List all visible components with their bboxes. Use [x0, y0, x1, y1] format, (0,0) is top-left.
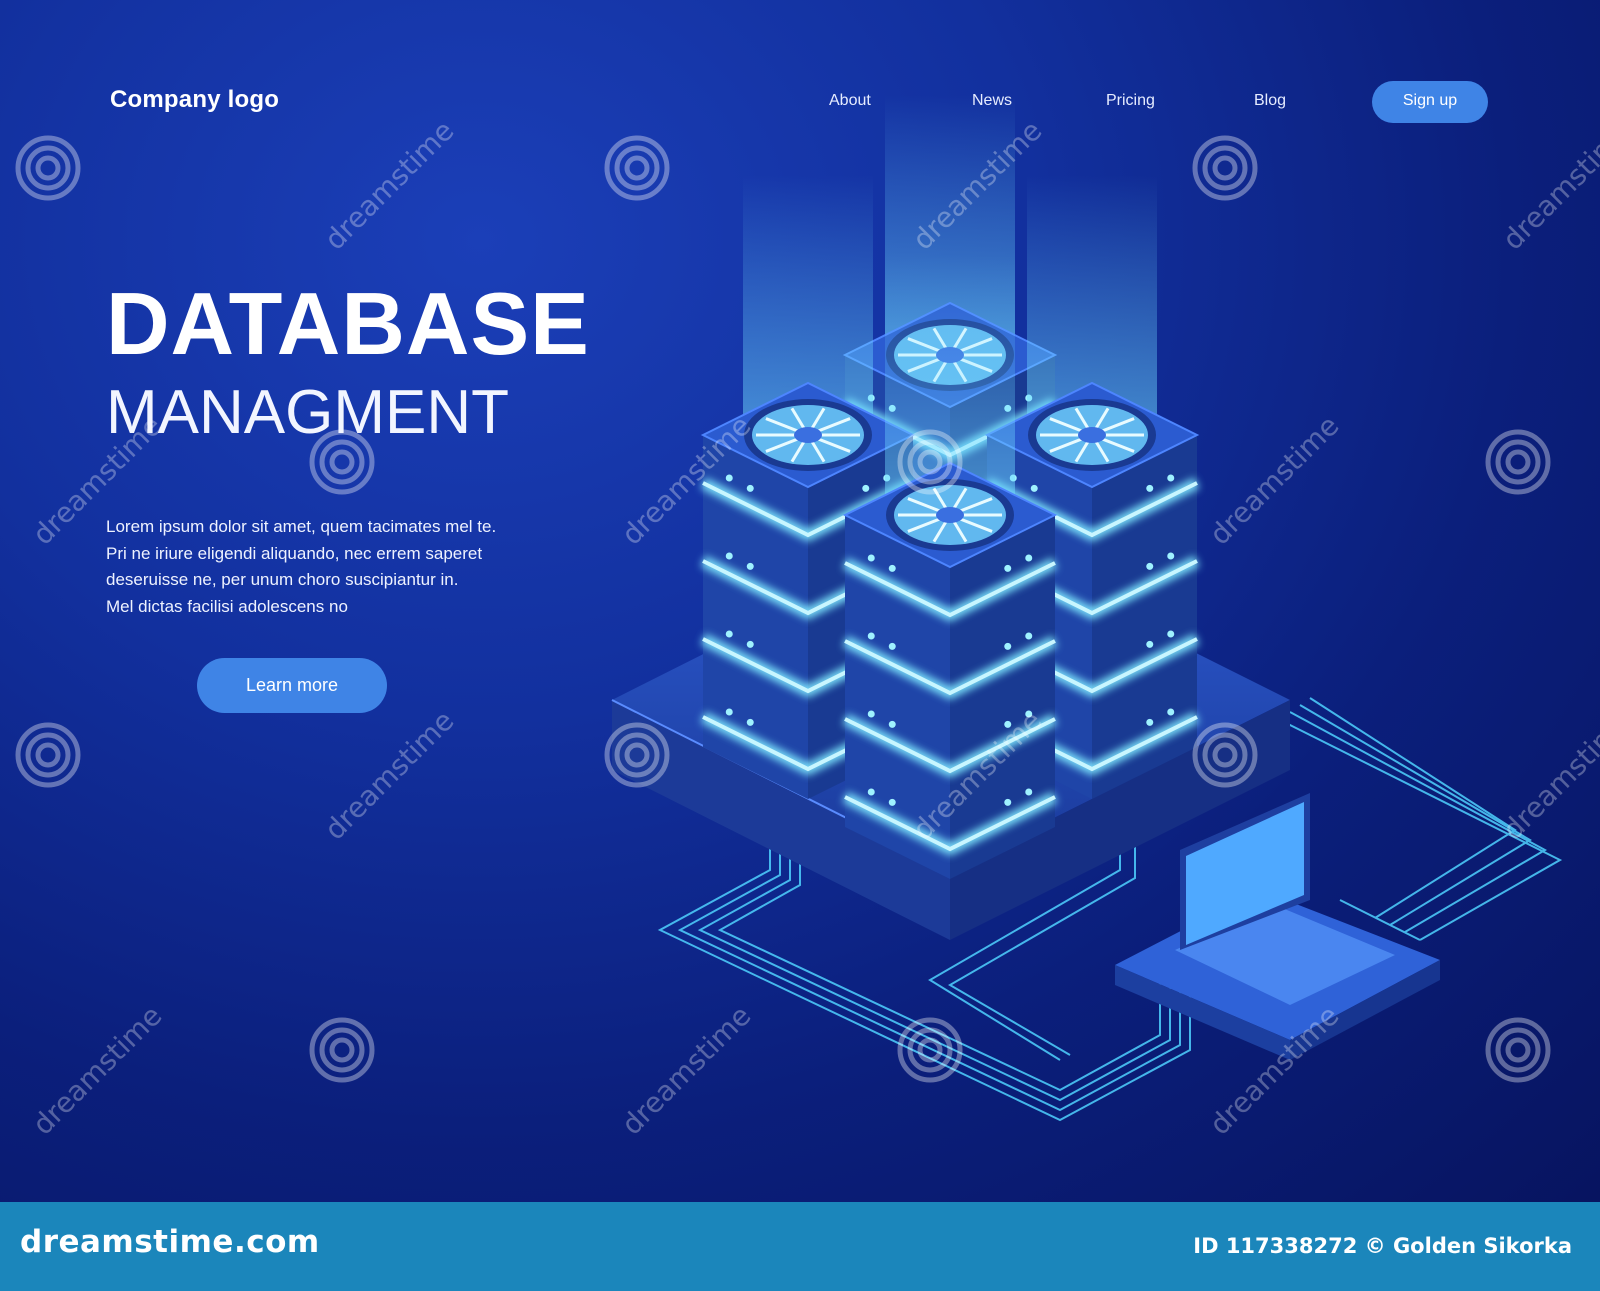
led-dot [1030, 484, 1038, 492]
led-dot [746, 562, 754, 570]
page-subtitle: MANAGMENT [106, 378, 509, 447]
description-line: deseruisse ne, per unum choro suscipiant… [106, 570, 459, 589]
server-racks [700, 95, 1200, 879]
led-dot [725, 630, 733, 638]
nav-blog[interactable]: Blog [1254, 92, 1286, 110]
led-dot [1025, 554, 1033, 562]
led-dot [1167, 708, 1175, 716]
led-dot [1004, 798, 1012, 806]
description-line: Pri ne iriure eligendi aliquando, nec er… [106, 543, 483, 563]
hero-description: Lorem ipsum dolor sit amet, quem tacimat… [106, 514, 576, 620]
led-dot [1025, 710, 1033, 718]
nav-about[interactable]: About [829, 92, 871, 110]
led-dot [1146, 484, 1154, 492]
led-dot [746, 718, 754, 726]
led-dot [725, 474, 733, 482]
led-dot [888, 642, 896, 650]
led-dot [862, 484, 870, 492]
footer-bar: dreamstime.com ID 117338272 © Golden Sik… [0, 1202, 1600, 1291]
description-line: Lorem ipsum dolor sit amet, quem tacimat… [106, 517, 497, 536]
led-dot [888, 798, 896, 806]
fan-hub [936, 507, 964, 523]
hero-section: dreamstime dreamstime dreamstime dreamstime… [0, 0, 1600, 1202]
nav-pricing[interactable]: Pricing [1106, 92, 1155, 110]
led-dot [867, 788, 875, 796]
led-dot [867, 554, 875, 562]
nav-news[interactable]: News [972, 92, 1012, 110]
led-dot [725, 708, 733, 716]
led-dot [1004, 720, 1012, 728]
led-dot [1146, 562, 1154, 570]
led-dot [1167, 474, 1175, 482]
led-dot [1004, 642, 1012, 650]
led-dot [1004, 564, 1012, 572]
led-dot [1146, 640, 1154, 648]
led-dot [1025, 788, 1033, 796]
footer-credit: ID 117338272 © Golden Sikorka [1193, 1234, 1572, 1258]
led-dot [1025, 632, 1033, 640]
led-dot [725, 552, 733, 560]
led-dot [1167, 552, 1175, 560]
signup-button[interactable]: Sign up [1372, 81, 1488, 123]
led-dot [1146, 718, 1154, 726]
footer-brand: dreamstime.com [20, 1224, 320, 1260]
led-dot [1167, 630, 1175, 638]
led-dot [867, 632, 875, 640]
learn-more-button[interactable]: Learn more [197, 658, 387, 713]
led-dot [746, 640, 754, 648]
description-line: Mel dictas facilisi adolescens no [106, 596, 348, 616]
fan-hub [794, 427, 822, 443]
led-dot [867, 710, 875, 718]
page-title: DATABASE [106, 274, 590, 373]
company-logo[interactable]: Company logo [110, 86, 279, 114]
led-dot [888, 720, 896, 728]
led-dot [888, 564, 896, 572]
fan-hub [1078, 427, 1106, 443]
led-dot [746, 484, 754, 492]
